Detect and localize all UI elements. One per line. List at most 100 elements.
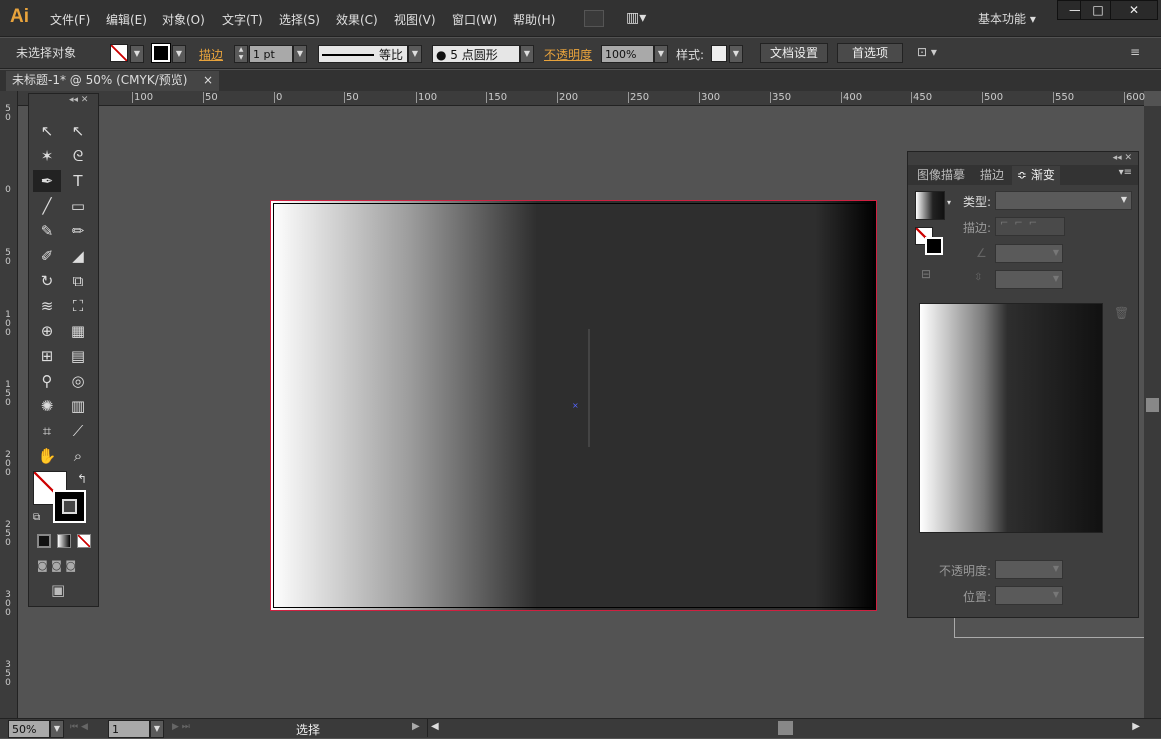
menu-item[interactable]: 编辑(E) <box>106 11 147 28</box>
rectangle-icon[interactable]: ▭ <box>64 195 92 217</box>
menu-item[interactable]: 对象(O) <box>162 11 205 28</box>
opacity-input[interactable]: ▼ <box>995 560 1063 579</box>
tab-stroke[interactable]: 描边 <box>975 166 1009 185</box>
brush-dropdown[interactable]: ▼ <box>520 45 534 63</box>
stroke-label[interactable]: 描边 <box>199 46 223 63</box>
close-button[interactable]: ✕ <box>1110 0 1158 20</box>
free-transform-icon[interactable]: ⛶ <box>64 295 92 317</box>
gradient-type-select[interactable]: ▼ <box>995 191 1132 210</box>
style-swatch[interactable] <box>711 45 727 62</box>
hand-icon[interactable]: ✋ <box>33 445 61 467</box>
slice-icon[interactable]: ⟋ <box>64 420 92 442</box>
lasso-icon[interactable]: ᘓ <box>64 145 92 167</box>
gradient-mode-icon[interactable] <box>57 534 71 548</box>
scroll-left-icon[interactable]: ◀ <box>431 721 439 732</box>
tab-gradient[interactable]: ≎ 渐变 <box>1012 166 1060 185</box>
angle-input[interactable]: ▼ <box>995 244 1063 263</box>
gradient-swatch-dropdown[interactable]: ▾ <box>947 198 951 207</box>
menu-item[interactable]: 文件(F) <box>50 11 90 28</box>
stroke-weight-input[interactable]: 1 pt <box>249 45 293 63</box>
close-tab-icon[interactable]: × <box>203 71 213 90</box>
aspect-ratio-input[interactable]: ▼ <box>995 270 1063 289</box>
opacity-label[interactable]: 不透明度 <box>544 46 592 63</box>
pencil-icon[interactable]: ✏ <box>64 220 92 242</box>
warp-icon[interactable]: ≋ <box>33 295 61 317</box>
panel-menu-icon[interactable]: ▾≡ <box>1119 167 1132 178</box>
stroke-swatch[interactable] <box>151 43 171 63</box>
document-setup-button[interactable]: 文档设置 <box>760 43 828 63</box>
vertical-ruler[interactable]: 5 0 0 5 0 1 0 0 1 5 0 2 0 0 2 5 0 3 0 0 3 5 0 <box>0 91 18 718</box>
status-menu-arrow[interactable]: ▶ <box>412 721 420 732</box>
reverse-gradient-icon[interactable]: ⊟ <box>921 267 931 281</box>
mesh-icon[interactable]: ⊞ <box>33 345 61 367</box>
align-icon[interactable]: ⊡ ▾ <box>917 45 937 59</box>
stroke-stepper[interactable]: ▲ ▼ <box>234 45 248 63</box>
eyedropper-icon[interactable]: ⚲ <box>33 370 61 392</box>
rotate-icon[interactable]: ↻ <box>33 270 61 292</box>
first-prev-artboard-icon[interactable]: ⏮ ◀ <box>70 722 88 732</box>
artboard-gradient-rectangle[interactable]: × <box>270 200 877 611</box>
brush-definition[interactable]: ● 5 点圆形 <box>432 45 520 63</box>
profile-dropdown[interactable]: ▼ <box>408 45 422 63</box>
tab-image-trace[interactable]: 图像描摹 <box>912 166 970 185</box>
delete-stop-icon[interactable]: 🗑 <box>1114 306 1129 320</box>
gradient-preview[interactable] <box>919 303 1103 533</box>
menu-item[interactable]: 效果(C) <box>336 11 378 28</box>
vertical-scrollbar[interactable] <box>1144 106 1161 718</box>
column-graph-icon[interactable]: ▥ <box>64 395 92 417</box>
bridge-icon[interactable] <box>584 10 604 27</box>
stroke-icon[interactable] <box>925 237 943 255</box>
eraser-icon[interactable]: ◢ <box>64 245 92 267</box>
opacity-dropdown[interactable]: ▼ <box>654 45 668 63</box>
blend-icon[interactable]: ◎ <box>64 370 92 392</box>
magic-wand-icon[interactable]: ✶ <box>33 145 61 167</box>
next-last-artboard-icon[interactable]: ▶ ⏭ <box>172 722 190 732</box>
color-mode-icon[interactable] <box>37 534 51 548</box>
type-icon[interactable]: T <box>64 170 92 192</box>
menu-item[interactable]: 选择(S) <box>279 11 320 28</box>
blob-brush-icon[interactable]: ✐ <box>33 245 61 267</box>
zoom-icon[interactable]: ⌕ <box>64 445 92 467</box>
shape-builder-icon[interactable]: ⊕ <box>33 320 61 342</box>
direct-selection-icon[interactable]: ↖ <box>64 120 92 142</box>
default-colors-icon[interactable]: ⧉ <box>33 512 40 523</box>
scale-icon[interactable]: ⧉ <box>64 270 92 292</box>
none-mode-icon[interactable] <box>77 534 91 548</box>
panel-collapse-icon[interactable]: ◂◂ ✕ <box>1113 153 1132 163</box>
collapse-tools-icon[interactable]: ◂◂ ✕ <box>69 95 88 105</box>
preferences-button[interactable]: 首选项 <box>837 43 903 63</box>
paintbrush-icon[interactable]: ✎ <box>33 220 61 242</box>
stroke-gradient-options[interactable]: ⌐⌐⌐ <box>995 217 1065 236</box>
variable-width-profile[interactable]: 等比 <box>318 45 408 63</box>
panel-menu-icon[interactable]: ≡ <box>1130 45 1140 59</box>
scroll-right-icon[interactable]: ▶ <box>1132 721 1140 732</box>
swap-colors-icon[interactable]: ↰ <box>77 472 87 486</box>
menu-item[interactable]: 视图(V) <box>394 11 436 28</box>
menu-item[interactable]: 文字(T) <box>222 11 263 28</box>
selection-icon[interactable]: ↖ <box>33 120 61 142</box>
line-icon[interactable]: ╱ <box>33 195 61 217</box>
document-tab[interactable]: 未标题-1* @ 50% (CMYK/预览) × <box>6 71 219 91</box>
zoom-input[interactable]: 50% <box>8 720 50 738</box>
gradient-annotator[interactable] <box>588 329 590 447</box>
opacity-input[interactable]: 100% <box>601 45 654 63</box>
artboard-icon[interactable]: ⌗ <box>33 420 61 442</box>
menu-item[interactable]: 帮助(H) <box>513 11 555 28</box>
perspective-icon[interactable]: ▦ <box>64 320 92 342</box>
horizontal-scroll-thumb[interactable] <box>778 721 793 735</box>
stroke-dropdown[interactable]: ▼ <box>172 45 186 63</box>
zoom-dropdown[interactable]: ▼ <box>50 720 64 738</box>
gradient-swatch[interactable] <box>915 191 945 220</box>
pen-icon[interactable]: ✒ <box>33 170 61 192</box>
workspace-switcher[interactable]: 基本功能 ▾ <box>978 10 1036 27</box>
vertical-scroll-thumb[interactable] <box>1146 398 1159 412</box>
symbol-sprayer-icon[interactable]: ✺ <box>33 395 61 417</box>
fill-swatch[interactable] <box>110 44 128 62</box>
stroke-color-box[interactable] <box>53 490 86 523</box>
position-input[interactable]: ▼ <box>995 586 1063 605</box>
artboard-number-input[interactable]: 1 <box>108 720 150 738</box>
screen-mode-icon[interactable]: ▣ <box>51 581 65 599</box>
horizontal-ruler[interactable]: 100 50 0 50 100 150 200 250 300 350 400 450 500 550 60… <box>18 91 1145 106</box>
drawing-modes-icon[interactable]: ◙ ◙ ◙ <box>37 559 76 572</box>
gradient-icon[interactable]: ▤ <box>64 345 92 367</box>
